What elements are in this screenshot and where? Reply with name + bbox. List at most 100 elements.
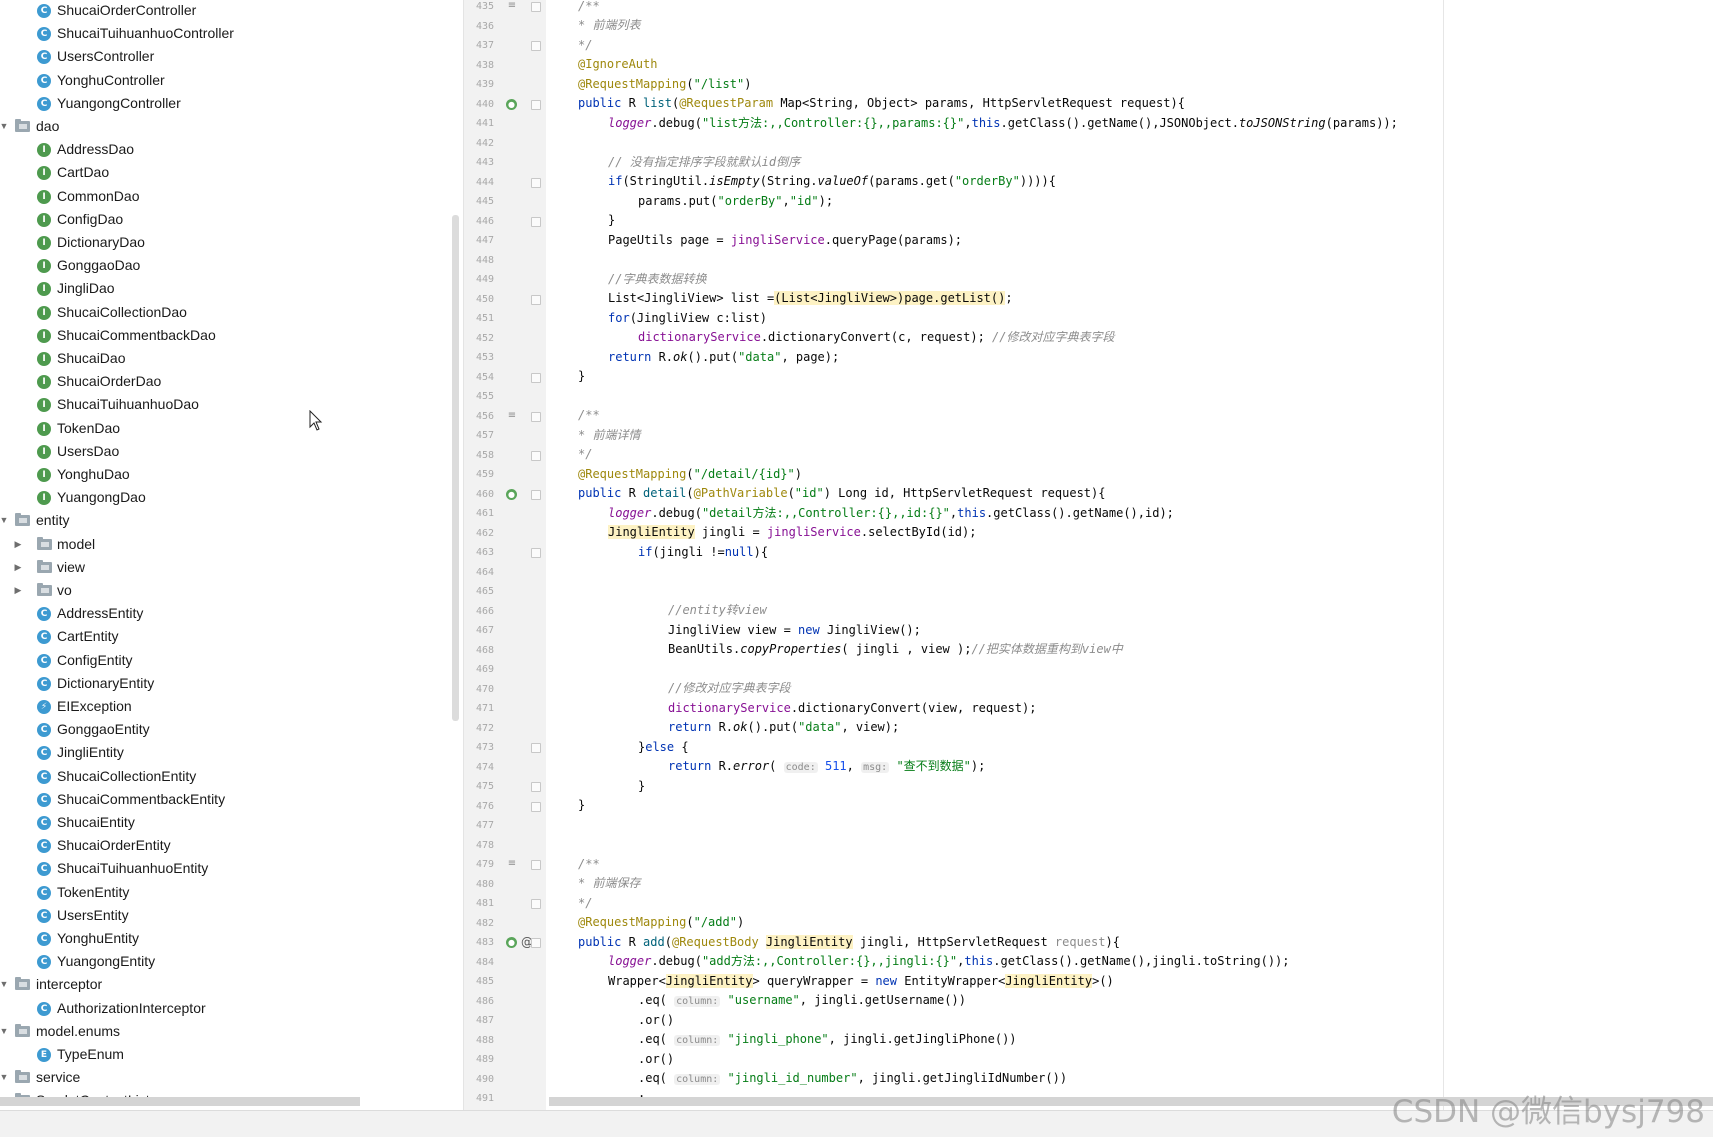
line-number[interactable]: 450 xyxy=(464,290,494,310)
line-number[interactable]: 459 xyxy=(464,465,494,485)
tree-file-item[interactable]: C ShucaiTuihuanhuoController xyxy=(0,22,450,45)
chevron-down-icon[interactable]: ▼ xyxy=(0,509,10,532)
tree-file-item[interactable]: C ConfigEntity xyxy=(0,649,450,672)
tree-file-item[interactable]: I CommonDao xyxy=(0,185,450,208)
tree-file-item[interactable]: I YuangongDao xyxy=(0,486,450,509)
line-number[interactable]: 481 xyxy=(464,894,494,914)
fold-marker-icon[interactable] xyxy=(531,489,541,500)
tree-file-item[interactable]: I ConfigDao xyxy=(0,208,450,231)
tree-folder-item[interactable]: ▶ view xyxy=(0,556,450,579)
fold-marker-icon[interactable] xyxy=(531,743,541,753)
line-number[interactable]: 490 xyxy=(464,1070,494,1090)
chevron-down-icon[interactable]: ▼ xyxy=(0,973,10,996)
tree-folder-item[interactable]: ▼ dao xyxy=(0,115,450,138)
chevron-down-icon[interactable]: ▼ xyxy=(0,1020,10,1043)
spring-bean-icon[interactable]: ● xyxy=(506,98,517,110)
line-number[interactable]: 472 xyxy=(464,719,494,739)
tree-file-item[interactable]: C YuangongController xyxy=(0,92,450,115)
tree-file-item[interactable]: C JingliEntity xyxy=(0,741,450,764)
fold-marker-icon[interactable] xyxy=(531,782,541,792)
tree-file-item[interactable]: C UsersEntity xyxy=(0,904,450,927)
tree-file-item[interactable]: C ShucaiOrderController xyxy=(0,0,450,22)
tree-folder-item[interactable]: ▼ model.enums xyxy=(0,1020,450,1043)
tree-file-item[interactable]: I JingliDao xyxy=(0,277,450,300)
fold-marker-icon[interactable] xyxy=(531,899,541,909)
tree-horizontal-scrollbar[interactable] xyxy=(0,1097,360,1106)
line-number[interactable]: 448 xyxy=(464,251,494,271)
tree-folder-item[interactable]: ▼ service xyxy=(0,1066,450,1089)
tree-folder-item[interactable]: ▼ interceptor xyxy=(0,973,450,996)
line-number[interactable]: 489 xyxy=(464,1050,494,1070)
fold-marker-icon[interactable] xyxy=(531,294,541,305)
tree-file-item[interactable]: I UsersDao xyxy=(0,440,450,463)
tree-file-item[interactable]: I ShucaiTuihuanhuoDao xyxy=(0,393,450,416)
line-number[interactable]: 449 xyxy=(464,270,494,290)
line-number[interactable]: 456 xyxy=(464,407,494,427)
line-number[interactable]: 487 xyxy=(464,1011,494,1031)
line-number[interactable]: 444 xyxy=(464,173,494,193)
fold-marker-icon[interactable] xyxy=(531,801,541,812)
tree-scrollbar[interactable] xyxy=(452,215,459,721)
line-number[interactable]: 486 xyxy=(464,992,494,1012)
fold-marker-icon[interactable] xyxy=(531,548,541,558)
line-number[interactable]: 454 xyxy=(464,368,494,388)
line-number[interactable]: 465 xyxy=(464,582,494,602)
fold-marker-icon[interactable] xyxy=(531,450,541,461)
chevron-down-icon[interactable]: ▼ xyxy=(0,115,10,138)
tree-file-item[interactable]: C DictionaryEntity xyxy=(0,672,450,695)
fold-marker-icon[interactable] xyxy=(531,411,541,422)
line-number[interactable]: 491 xyxy=(464,1089,494,1109)
line-number[interactable]: 446 xyxy=(464,212,494,232)
spring-bean-icon[interactable]: ● xyxy=(506,488,517,500)
line-number[interactable]: 463 xyxy=(464,543,494,563)
doc-comment-icon[interactable]: ≡ xyxy=(506,410,518,422)
tree-file-item[interactable]: C YonghuController xyxy=(0,69,450,92)
fold-marker-icon[interactable] xyxy=(531,99,541,110)
line-number[interactable]: 467 xyxy=(464,621,494,641)
line-number[interactable]: 466 xyxy=(464,602,494,622)
line-number[interactable]: 470 xyxy=(464,680,494,700)
tree-file-item[interactable]: I GonggaoDao xyxy=(0,254,450,277)
tree-file-item[interactable]: I ShucaiOrderDao xyxy=(0,370,450,393)
line-number[interactable]: 473 xyxy=(464,738,494,758)
chevron-right-icon[interactable]: ▶ xyxy=(12,533,24,556)
line-number[interactable]: 443 xyxy=(464,153,494,173)
line-number[interactable]: 445 xyxy=(464,192,494,212)
line-number[interactable]: 452 xyxy=(464,329,494,349)
tree-file-item[interactable]: C GonggaoEntity xyxy=(0,718,450,741)
fold-marker-icon[interactable] xyxy=(531,372,541,383)
tree-file-item[interactable]: C AuthorizationInterceptor xyxy=(0,997,450,1020)
tree-file-item[interactable]: I YonghuDao xyxy=(0,463,450,486)
line-number[interactable]: 438 xyxy=(464,56,494,76)
tree-folder-item[interactable]: ▶ model xyxy=(0,533,450,556)
line-number[interactable]: 451 xyxy=(464,309,494,329)
tree-file-item[interactable]: I ShucaiDao xyxy=(0,347,450,370)
tree-folder-item[interactable]: ▶ vo xyxy=(0,579,450,602)
tree-file-item[interactable]: C ShucaiOrderEntity xyxy=(0,834,450,857)
line-number[interactable]: 476 xyxy=(464,797,494,817)
line-number[interactable]: 474 xyxy=(464,758,494,778)
line-number[interactable]: 480 xyxy=(464,875,494,895)
chevron-right-icon[interactable]: ▶ xyxy=(12,579,24,602)
line-number[interactable]: 461 xyxy=(464,504,494,524)
tree-file-item[interactable]: C ShucaiTuihuanhuoEntity xyxy=(0,857,450,880)
tree-file-item[interactable]: I ShucaiCollectionDao xyxy=(0,301,450,324)
doc-comment-icon[interactable]: ≡ xyxy=(506,0,518,12)
line-number[interactable]: 437 xyxy=(464,36,494,56)
tree-file-item[interactable]: C TokenEntity xyxy=(0,881,450,904)
line-number[interactable]: 488 xyxy=(464,1031,494,1051)
line-number[interactable]: 469 xyxy=(464,660,494,680)
line-number[interactable]: 475 xyxy=(464,777,494,797)
tree-file-item[interactable]: E TypeEnum xyxy=(0,1043,450,1066)
fold-marker-icon[interactable] xyxy=(531,2,541,12)
tree-file-item[interactable]: I TokenDao xyxy=(0,417,450,440)
spring-bean-icon[interactable]: ● xyxy=(506,937,517,948)
line-number[interactable]: 484 xyxy=(464,953,494,973)
tree-file-item[interactable]: C CartEntity xyxy=(0,625,450,648)
tree-file-item[interactable]: C YuangongEntity xyxy=(0,950,450,973)
code-editor[interactable]: /** * 前端列表 */ @IgnoreAuth @RequestMappin… xyxy=(546,0,1444,1110)
fold-marker-icon[interactable] xyxy=(531,41,541,51)
line-number[interactable]: 471 xyxy=(464,699,494,719)
tree-file-item[interactable]: ⚡ EIException xyxy=(0,695,450,718)
line-number[interactable]: 477 xyxy=(464,816,494,836)
